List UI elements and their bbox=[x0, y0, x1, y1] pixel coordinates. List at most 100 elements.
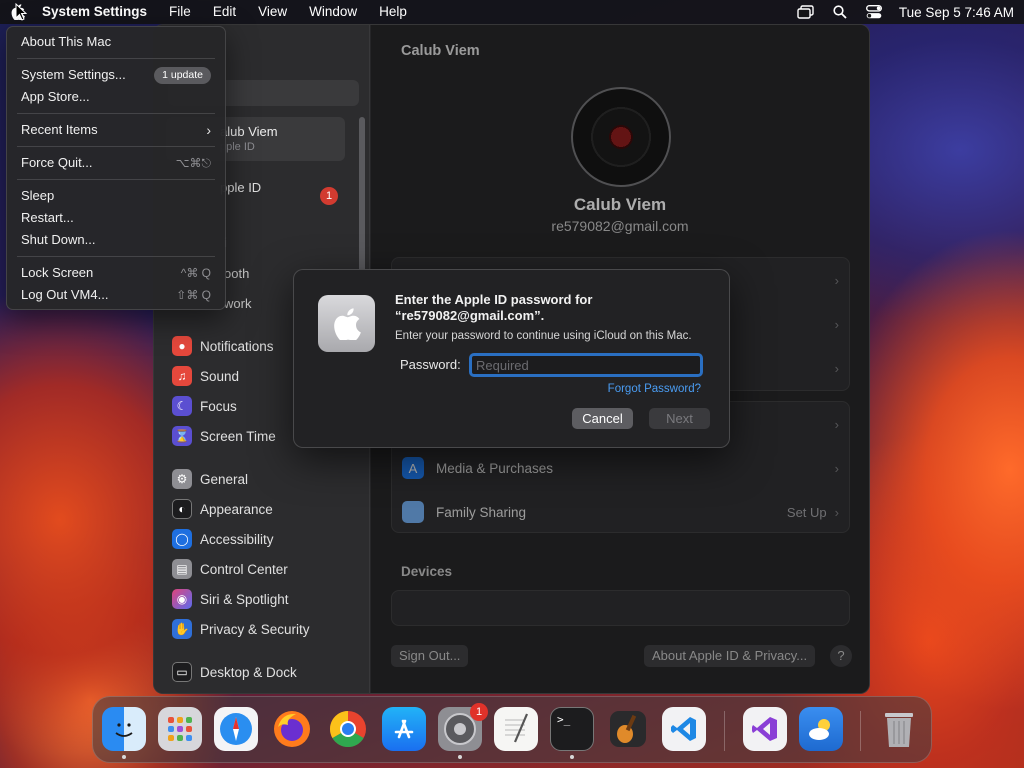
sidebar-item-desktop-dock[interactable]: ▭ Desktop & Dock bbox=[172, 661, 297, 683]
weather-icon[interactable] bbox=[799, 707, 843, 751]
sidebar-item-label: General bbox=[200, 471, 249, 487]
sidebar-item-control-center[interactable]: ▤ Control Center bbox=[172, 558, 288, 580]
textedit-icon[interactable] bbox=[494, 707, 538, 751]
forgot-password-link[interactable]: Forgot Password? bbox=[608, 383, 701, 395]
menu-help[interactable]: Help bbox=[368, 0, 418, 24]
menu-file[interactable]: File bbox=[158, 0, 202, 24]
menu-about-this-mac[interactable]: About This Mac bbox=[7, 31, 225, 53]
sidebar-item-label: Sound bbox=[200, 368, 240, 384]
dock-separator bbox=[724, 711, 725, 751]
sidebar-item-focus[interactable]: ☾ Focus bbox=[172, 395, 237, 417]
safari-icon[interactable] bbox=[214, 707, 258, 751]
sidebar-item-label: Accessibility bbox=[200, 531, 274, 547]
spotlight-search-icon[interactable] bbox=[823, 0, 857, 24]
sidebar-scrollbar[interactable] bbox=[359, 117, 365, 287]
menu-view[interactable]: View bbox=[247, 0, 298, 24]
garageband-icon[interactable] bbox=[606, 707, 650, 751]
dialog-heading: Enter the Apple ID password for “re57908… bbox=[395, 292, 593, 323]
sidebar-item-bluetooth-fragment[interactable]: ooth bbox=[224, 266, 249, 281]
sidebar-item-screen-time[interactable]: ⌛ Screen Time bbox=[172, 425, 276, 447]
running-indicator bbox=[458, 755, 462, 759]
running-indicator bbox=[570, 755, 574, 759]
cancel-button[interactable]: Cancel bbox=[572, 408, 633, 429]
next-button[interactable]: Next bbox=[649, 408, 710, 429]
menu-item-label: Shut Down... bbox=[21, 232, 96, 247]
focus-moon-icon: ☾ bbox=[172, 396, 192, 416]
menu-log-out[interactable]: Log Out VM4... ⇧⌘ Q bbox=[7, 284, 225, 306]
menu-item-label: Log Out VM4... bbox=[21, 287, 109, 302]
control-center-icon[interactable] bbox=[857, 0, 891, 24]
sidebar-item-appearance[interactable]: ◐ Appearance bbox=[172, 498, 273, 520]
sidebar-item-label: Appearance bbox=[200, 501, 273, 517]
update-badge: 1 update bbox=[154, 66, 211, 84]
menu-separator bbox=[17, 113, 215, 114]
menu-item-label: Sleep bbox=[21, 188, 55, 203]
terminal-icon[interactable]: >_ bbox=[550, 707, 594, 751]
sidebar-item-general[interactable]: ⚙ General bbox=[172, 468, 248, 490]
sidebar-item-privacy-security[interactable]: ✋ Privacy & Security bbox=[172, 618, 310, 640]
system-settings-update-badge: 1 bbox=[470, 703, 488, 721]
launchpad-icon[interactable] bbox=[158, 707, 202, 751]
menu-item-label: About This Mac bbox=[21, 34, 112, 49]
sidebar-item-network-fragment[interactable]: work bbox=[224, 296, 251, 311]
sound-icon: ♫ bbox=[172, 366, 192, 386]
accessibility-icon: ◯ bbox=[172, 529, 192, 549]
screen-mirroring-icon[interactable] bbox=[789, 0, 823, 24]
notifications-icon: ● bbox=[172, 336, 192, 356]
menu-window[interactable]: Window bbox=[298, 0, 368, 24]
trash-icon[interactable] bbox=[877, 707, 921, 751]
sidebar-profile-name: alub Viem bbox=[220, 124, 278, 139]
sidebar-item-sound[interactable]: ♫ Sound bbox=[172, 365, 239, 387]
menu-separator bbox=[17, 256, 215, 257]
apple-menu-dropdown: About This Mac System Settings... 1 upda… bbox=[6, 26, 226, 310]
sidebar-item-label: Screen Time bbox=[200, 428, 276, 444]
sidebar-item-label: Privacy & Security bbox=[200, 621, 310, 637]
menu-shortcut: ^⌘ Q bbox=[180, 266, 211, 280]
dock: 1 >_ bbox=[92, 696, 932, 763]
hand-icon: ✋ bbox=[172, 619, 192, 639]
menu-app-name[interactable]: System Settings bbox=[36, 0, 158, 24]
hourglass-icon: ⌛ bbox=[172, 426, 192, 446]
menu-shortcut: ⌥⌘⎋ bbox=[175, 156, 211, 170]
chrome-icon[interactable] bbox=[326, 707, 370, 751]
app-store-icon[interactable] bbox=[382, 707, 426, 751]
control-center-icon: ▤ bbox=[172, 559, 192, 579]
menu-edit[interactable]: Edit bbox=[202, 0, 247, 24]
visual-studio-icon[interactable] bbox=[743, 707, 787, 751]
menu-item-label: Lock Screen bbox=[21, 265, 94, 280]
gear-icon: ⚙ bbox=[172, 469, 192, 489]
menu-separator bbox=[17, 146, 215, 147]
menu-shut-down[interactable]: Shut Down... bbox=[7, 229, 225, 251]
menu-shortcut: ⇧⌘ Q bbox=[176, 288, 211, 302]
menu-item-label: Recent Items bbox=[21, 122, 98, 137]
menu-clock[interactable]: Tue Sep 5 7:46 AM bbox=[891, 5, 1014, 20]
menu-separator bbox=[17, 58, 215, 59]
menu-force-quit[interactable]: Force Quit... ⌥⌘⎋ bbox=[7, 152, 225, 174]
menu-item-label: System Settings... bbox=[21, 67, 126, 82]
password-label: Password: bbox=[400, 357, 461, 372]
firefox-icon[interactable] bbox=[270, 707, 314, 751]
sidebar-item-label: Focus bbox=[200, 398, 237, 414]
sidebar-item-notifications[interactable]: ● Notifications bbox=[172, 335, 274, 357]
menu-app-store[interactable]: App Store... bbox=[7, 86, 225, 108]
sidebar-item-apple-id[interactable]: pple ID bbox=[220, 180, 261, 195]
menu-sleep[interactable]: Sleep bbox=[7, 185, 225, 207]
apple-id-notification-badge: 1 bbox=[320, 187, 338, 205]
menu-bar: System Settings File Edit View Window He… bbox=[0, 0, 1024, 24]
sidebar-item-label: Desktop & Dock bbox=[200, 664, 297, 680]
menu-system-settings[interactable]: System Settings... 1 update bbox=[7, 64, 225, 86]
menu-restart[interactable]: Restart... bbox=[7, 207, 225, 229]
mouse-cursor bbox=[15, 2, 28, 26]
menu-item-label: App Store... bbox=[21, 89, 90, 104]
appearance-icon: ◐ bbox=[172, 499, 192, 519]
password-field[interactable] bbox=[469, 353, 703, 377]
sidebar-item-siri-spotlight[interactable]: ◉ Siri & Spotlight bbox=[172, 588, 289, 610]
apple-id-password-dialog: Enter the Apple ID password for “re57908… bbox=[293, 269, 730, 448]
finder-icon[interactable] bbox=[102, 707, 146, 751]
menu-lock-screen[interactable]: Lock Screen ^⌘ Q bbox=[7, 262, 225, 284]
siri-icon: ◉ bbox=[172, 589, 192, 609]
vscode-icon[interactable] bbox=[662, 707, 706, 751]
sidebar-item-accessibility[interactable]: ◯ Accessibility bbox=[172, 528, 274, 550]
menu-item-label: Force Quit... bbox=[21, 155, 93, 170]
menu-recent-items[interactable]: Recent Items › bbox=[7, 119, 225, 141]
